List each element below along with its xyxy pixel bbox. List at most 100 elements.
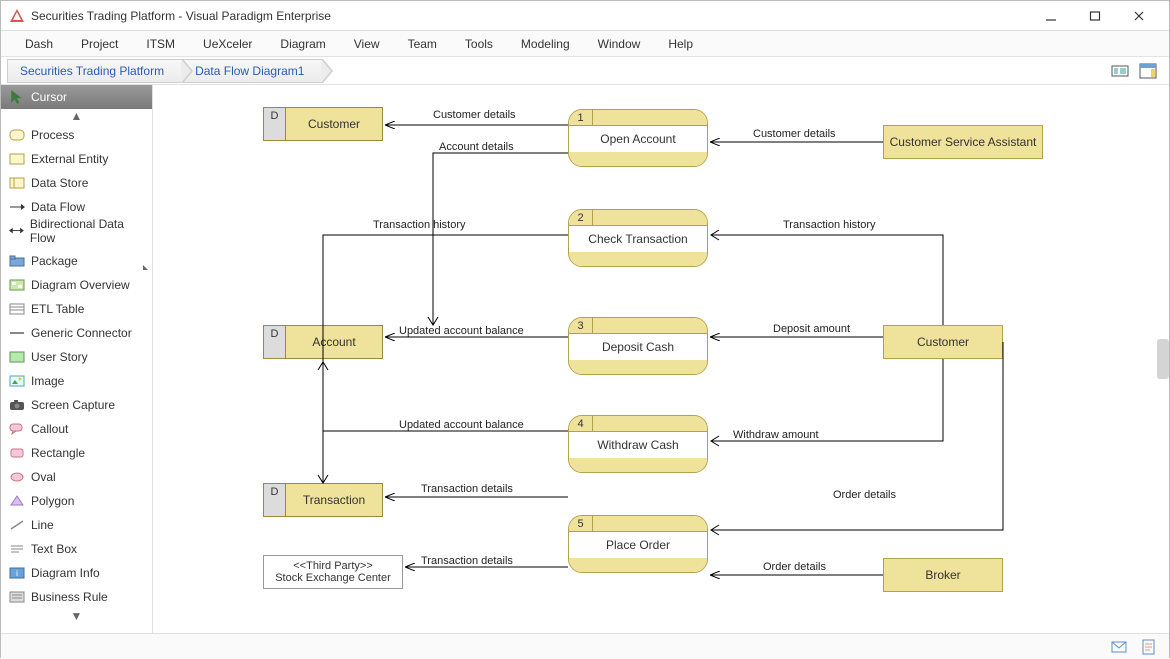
process-label: Check Transaction — [569, 226, 707, 252]
flow-label: Withdraw amount — [733, 429, 819, 441]
datastore-marker: D — [264, 326, 286, 358]
flow-label: Customer details — [433, 109, 516, 121]
process-place-order[interactable]: 5 Place Order — [568, 515, 708, 573]
process-withdraw-cash[interactable]: 4 Withdraw Cash — [568, 415, 708, 473]
etl-icon — [9, 302, 25, 316]
entity-broker[interactable]: Broker — [883, 558, 1003, 592]
external-stock-exchange[interactable]: <<Third Party>> Stock Exchange Center — [263, 555, 403, 589]
tool-label: Rectangle — [31, 446, 85, 460]
line-icon — [9, 518, 25, 532]
flow-label: Order details — [833, 489, 896, 501]
window-close-button[interactable] — [1117, 2, 1161, 30]
tool-diagram-overview[interactable]: Diagram Overview — [1, 273, 152, 297]
process-label: Withdraw Cash — [569, 432, 707, 458]
menu-bar: Dash Project ITSM UeXceler Diagram View … — [1, 31, 1169, 57]
tool-external-entity[interactable]: External Entity — [1, 147, 152, 171]
datastore-account[interactable]: D Account — [263, 325, 383, 359]
process-number: 2 — [569, 210, 593, 225]
tool-cursor[interactable]: Cursor — [1, 85, 152, 109]
process-number: 5 — [569, 516, 593, 531]
menu-diagram[interactable]: Diagram — [266, 33, 339, 55]
tool-text-box[interactable]: Text Box — [1, 537, 152, 561]
entity-customer[interactable]: Customer — [883, 325, 1003, 359]
tool-label: Image — [31, 374, 64, 388]
datastore-label: Account — [286, 326, 382, 358]
flow-label: Transaction history — [373, 219, 466, 231]
tool-package[interactable]: Package — [1, 249, 152, 273]
process-label: Deposit Cash — [569, 334, 707, 360]
app-logo-icon — [9, 8, 25, 24]
tool-bidirectional-flow[interactable]: Bidirectional Data Flow — [1, 219, 152, 243]
tool-etl-table[interactable]: ETL Table — [1, 297, 152, 321]
tool-user-story[interactable]: User Story — [1, 345, 152, 369]
diagram-canvas[interactable]: D Customer D Account D Transaction 1 Ope… — [153, 85, 1169, 633]
tool-label: Data Store — [31, 176, 88, 190]
palette-collapse-up[interactable]: ▲ — [1, 109, 152, 123]
tool-label: Screen Capture — [31, 398, 115, 412]
menu-project[interactable]: Project — [67, 33, 132, 55]
datastore-label: Transaction — [286, 484, 382, 516]
menu-tools[interactable]: Tools — [451, 33, 507, 55]
tool-label: Bidirectional Data Flow — [30, 217, 144, 245]
thirdparty-label: Stock Exchange Center — [275, 572, 391, 584]
overview-icon — [9, 278, 25, 292]
breadcrumb-item-project[interactable]: Securities Trading Platform — [7, 59, 183, 83]
process-open-account[interactable]: 1 Open Account — [568, 109, 708, 167]
menu-modeling[interactable]: Modeling — [507, 33, 584, 55]
datastore-customer[interactable]: D Customer — [263, 107, 383, 141]
mail-icon[interactable] — [1111, 639, 1127, 655]
datastore-marker: D — [264, 484, 286, 516]
note-icon[interactable] — [1141, 639, 1157, 655]
layout-icon[interactable] — [1111, 62, 1129, 80]
panel-icon[interactable] — [1139, 62, 1157, 80]
canvas-scrollbar[interactable] — [1157, 339, 1169, 379]
tool-diagram-info[interactable]: iDiagram Info — [1, 561, 152, 585]
window-minimize-button[interactable] — [1029, 2, 1073, 30]
window-maximize-button[interactable] — [1073, 2, 1117, 30]
tool-label: Callout — [31, 422, 68, 436]
tool-polygon[interactable]: Polygon — [1, 489, 152, 513]
datastore-marker: D — [264, 108, 286, 140]
datastore-label: Customer — [286, 108, 382, 140]
entity-label: Customer Service Assistant — [890, 135, 1037, 149]
tool-label: Diagram Info — [31, 566, 100, 580]
cursor-icon — [9, 90, 25, 104]
window-title: Securities Trading Platform - Visual Par… — [31, 9, 1029, 23]
tool-label: Business Rule — [31, 590, 108, 604]
menu-team[interactable]: Team — [394, 33, 451, 55]
tool-data-store[interactable]: Data Store — [1, 171, 152, 195]
datastore-transaction[interactable]: D Transaction — [263, 483, 383, 517]
tool-image[interactable]: Image — [1, 369, 152, 393]
entity-label: Broker — [925, 568, 960, 582]
rectangle-icon — [9, 446, 25, 460]
data-flow-icon — [9, 200, 25, 214]
tool-data-flow[interactable]: Data Flow — [1, 195, 152, 219]
menu-window[interactable]: Window — [584, 33, 655, 55]
tool-process[interactable]: Process — [1, 123, 152, 147]
tool-label: Polygon — [31, 494, 74, 508]
process-number: 3 — [569, 318, 593, 333]
process-deposit-cash[interactable]: 3 Deposit Cash — [568, 317, 708, 375]
status-bar — [1, 633, 1169, 659]
process-check-transaction[interactable]: 2 Check Transaction — [568, 209, 708, 267]
flow-label: Customer details — [753, 128, 836, 140]
palette-collapse-down[interactable]: ▼ — [1, 609, 152, 623]
tool-rectangle[interactable]: Rectangle — [1, 441, 152, 465]
tool-business-rule[interactable]: Business Rule — [1, 585, 152, 609]
tool-line[interactable]: Line — [1, 513, 152, 537]
menu-help[interactable]: Help — [654, 33, 707, 55]
menu-view[interactable]: View — [340, 33, 394, 55]
menu-uexceler[interactable]: UeXceler — [189, 33, 266, 55]
process-number: 4 — [569, 416, 593, 431]
tool-screen-capture[interactable]: Screen Capture — [1, 393, 152, 417]
tool-callout[interactable]: Callout — [1, 417, 152, 441]
external-entity-icon — [9, 152, 25, 166]
menu-dash[interactable]: Dash — [11, 33, 67, 55]
tool-oval[interactable]: Oval — [1, 465, 152, 489]
menu-itsm[interactable]: ITSM — [132, 33, 189, 55]
breadcrumb-item-diagram[interactable]: Data Flow Diagram1 — [182, 59, 323, 83]
tool-label: User Story — [31, 350, 88, 364]
entity-customer-service-assistant[interactable]: Customer Service Assistant — [883, 125, 1043, 159]
tool-generic-connector[interactable]: Generic Connector — [1, 321, 152, 345]
textbox-icon — [9, 542, 25, 556]
